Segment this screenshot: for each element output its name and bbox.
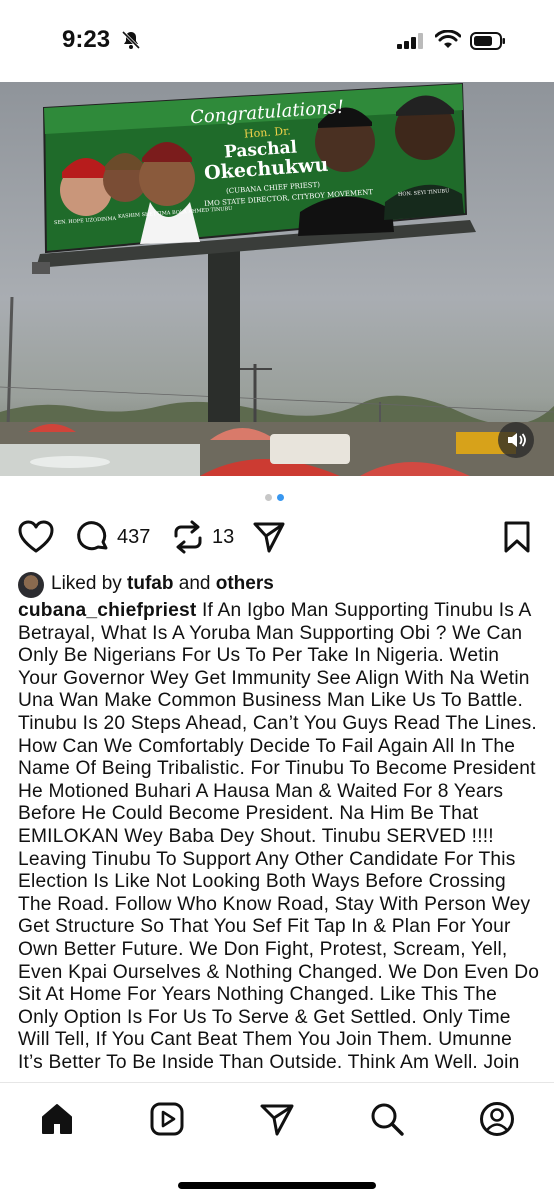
like-heart-icon[interactable] [18, 520, 54, 554]
home-indicator[interactable] [178, 1182, 376, 1189]
search-icon[interactable] [369, 1101, 405, 1137]
comment-icon[interactable] [76, 520, 110, 554]
caption-text: If An Igbo Man Supporting Tinubu Is A Be… [18, 600, 540, 1073]
liked-by-text: Liked by tufab and others [51, 573, 274, 595]
post-caption: cubana_chiefpriest If An Igbo Man Suppor… [18, 600, 540, 1082]
signal-icon [397, 33, 423, 49]
profile-icon[interactable] [479, 1101, 515, 1137]
reels-icon[interactable] [149, 1101, 185, 1137]
liked-by-prefix: Liked by [51, 573, 128, 594]
liker-username[interactable]: tufab [127, 573, 173, 594]
post-actions: 437 13 [0, 516, 554, 556]
repost-icon[interactable] [172, 520, 204, 554]
bookmark-icon[interactable] [503, 520, 531, 554]
battery-icon [470, 32, 505, 50]
carousel-dot-active [277, 494, 284, 501]
caption-username[interactable]: cubana_chiefpriest [18, 600, 196, 621]
repost-count[interactable]: 13 [212, 526, 234, 549]
send-icon[interactable] [259, 1101, 295, 1137]
post-image[interactable]: Congratulations! Hon. Dr. Paschal Okechu… [0, 82, 554, 476]
liker-avatar[interactable] [18, 572, 44, 598]
sound-toggle-button[interactable] [498, 422, 534, 458]
status-time: 9:23 [62, 26, 111, 53]
bottom-nav [0, 1082, 554, 1201]
carousel-indicator [265, 494, 295, 502]
carousel-dot [265, 494, 272, 501]
home-icon[interactable] [39, 1101, 75, 1137]
comment-count[interactable]: 437 [117, 526, 150, 549]
speaker-icon [508, 433, 526, 447]
status-bar: 9:23 [0, 0, 554, 82]
liked-by-others-link[interactable]: others [216, 573, 274, 594]
liked-by-middle: and [173, 573, 216, 594]
share-send-icon[interactable] [252, 520, 286, 554]
bell-slash-icon [121, 30, 141, 50]
wifi-icon [435, 30, 461, 48]
